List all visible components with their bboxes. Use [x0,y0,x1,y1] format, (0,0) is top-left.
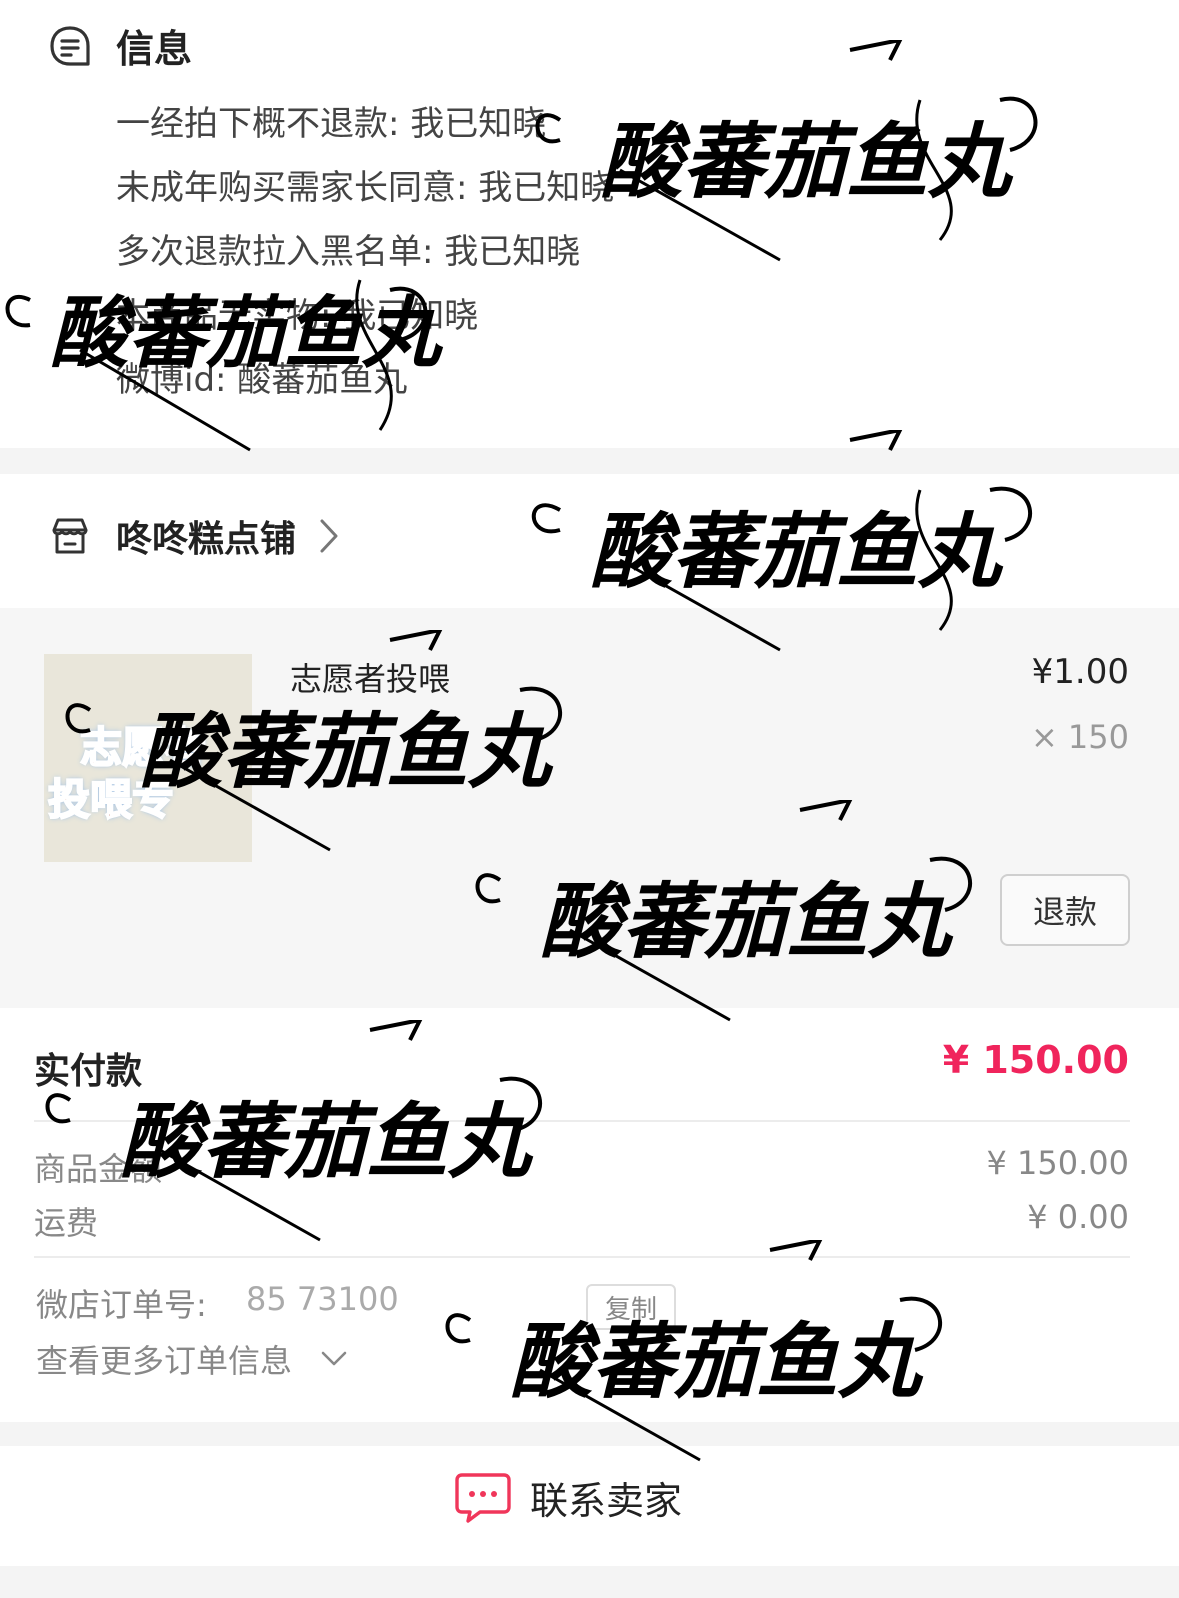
info-line-blacklist: 多次退款拉入黑名单: 我已知晓 [116,232,581,272]
chat-bubble-icon [455,1472,511,1523]
item-thumbnail[interactable]: 志愿者 投喂专 [44,654,252,862]
contact-seller-label: 联系卖家 [530,1479,683,1523]
more-order-info-link[interactable]: 查看更多订单信息 [36,1336,348,1382]
chevron-right-icon [320,519,338,553]
info-line-weibo-id: 微博id: 酸蕃茄鱼丸 [116,360,408,400]
store-icon [52,518,88,554]
item-quantity: × 150 [1030,718,1129,756]
shop-row[interactable]: 咚咚糕点铺 [0,474,1179,608]
section-gap [0,448,1179,474]
info-line-virtual-goods: 本商品无实物: 我已知晓 [116,296,479,336]
divider [34,1256,1130,1258]
paid-label: 实付款 [34,1051,143,1092]
info-title: 信息 [116,27,193,71]
info-list-icon [50,25,90,66]
shop-name: 咚咚糕点铺 [116,519,297,560]
thumbnail-text-line2: 投喂专 [47,774,175,825]
info-line-minor-consent: 未成年购买需家长同意: 我已知晓 [116,168,615,208]
more-order-info-label: 查看更多订单信息 [36,1342,293,1380]
copy-button[interactable]: 复制 [586,1284,676,1330]
refund-button[interactable]: 退款 [1000,874,1130,946]
order-number-label: 微店订单号: [36,1286,207,1324]
shop-link[interactable]: 咚咚糕点铺 [48,510,340,562]
item-price: ¥1.00 [1031,652,1129,692]
goods-amount-value: ¥ 150.00 [986,1144,1130,1182]
contact-seller-button[interactable]: 联系卖家 [454,1470,682,1525]
bottom-strip [0,1566,1179,1598]
divider [34,1120,1130,1122]
chevron-down-icon [321,1351,347,1366]
paid-amount: ¥ 150.00 [942,1038,1129,1082]
section-gap [0,1422,1179,1446]
order-number: 85 73100 [246,1280,399,1318]
info-lines: 一经拍下概不退款: 我已知晓 未成年购买需家长同意: 我已知晓 多次退款拉入黑名… [116,98,614,418]
payment-summary: 实付款 ¥ 150.00 商品金额 ¥ 150.00 运费 ¥ 0.00 微店订… [0,1008,1179,1422]
shipping-value: ¥ 0.00 [1027,1198,1129,1236]
shipping-label: 运费 [34,1204,99,1242]
bottom-bar: 联系卖家 [0,1446,1179,1566]
order-item[interactable]: 志愿者 投喂专 志愿者投喂 ¥1.00 × 150 退款 [0,608,1179,1008]
item-title[interactable]: 志愿者投喂 [290,654,450,700]
info-section: 信息 一经拍下概不退款: 我已知晓 未成年购买需家长同意: 我已知晓 多次退款拉… [0,0,1179,448]
info-line-refund-policy: 一经拍下概不退款: 我已知晓 [116,104,547,144]
goods-amount-label: 商品金额 [34,1150,163,1188]
info-header: 信息 [48,18,192,73]
